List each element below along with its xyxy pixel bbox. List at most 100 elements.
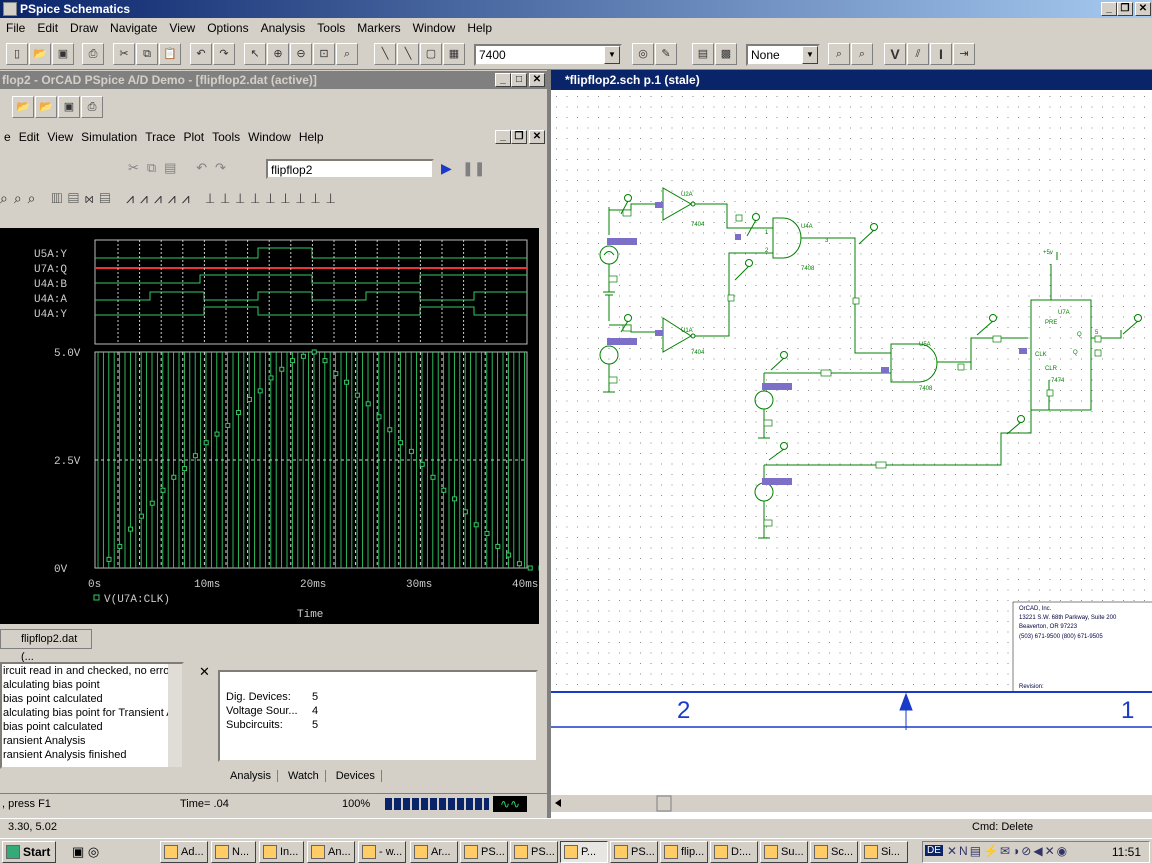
tab-watch[interactable]: Watch [282, 770, 326, 782]
menu-item[interactable]: Tools [311, 21, 351, 35]
new-icon[interactable]: ▯ [6, 43, 28, 65]
copy-icon[interactable]: ⧉ [136, 43, 158, 65]
zoom-area-icon[interactable]: ⊡ [313, 43, 335, 65]
probe-menu-item[interactable]: Trace [141, 130, 179, 144]
tab-flipflop2-dat[interactable]: flipflop2.dat (... [0, 629, 92, 663]
draw-wire-icon[interactable]: ╲ [374, 43, 396, 65]
save-icon[interactable]: ▣ [58, 96, 80, 118]
menu-item[interactable]: Navigate [104, 21, 163, 35]
find-icon[interactable]: ⌕ [828, 43, 850, 65]
restore-button[interactable]: ❐ [1117, 2, 1133, 16]
open-icon[interactable]: 📂 [29, 43, 51, 65]
redo-icon[interactable]: ↷ [213, 43, 235, 65]
chevron-down-icon[interactable]: ▼ [802, 46, 818, 64]
schematic-canvas[interactable]: U2A U1A U4A U5A U7A 7404 7404 7408 7408 … [551, 70, 1152, 818]
get-part-icon[interactable]: ▦ [443, 43, 465, 65]
setup-analysis-icon[interactable]: ◎ [632, 43, 654, 65]
simulation-combo[interactable]: flipflop2 [266, 159, 434, 179]
print-icon[interactable]: ⎙ [81, 96, 103, 118]
draw-bus-icon[interactable]: ╲ [397, 43, 419, 65]
menu-item[interactable]: Edit [31, 21, 64, 35]
menu-item[interactable]: Markers [351, 21, 406, 35]
log-scrollbar[interactable] [168, 664, 182, 767]
probe-menu-item[interactable]: e [0, 130, 15, 144]
menu-item[interactable]: Window [407, 21, 462, 35]
part-combo[interactable]: 7400 ▼ [474, 44, 622, 66]
taskbar-item[interactable]: Si... [860, 841, 908, 863]
probe-title-bar[interactable]: flop2 - OrCAD PSpice A/D Demo - [flipflo… [0, 71, 548, 89]
enable-bias-display-icon[interactable]: ▤ [692, 43, 714, 65]
show-voltage-icon[interactable]: ▩ [715, 43, 737, 65]
probe-menu-item[interactable]: Plot [179, 130, 208, 144]
probe-menu-item[interactable]: Edit [15, 130, 44, 144]
close-button[interactable]: ✕ [1135, 2, 1151, 16]
taskbar-item[interactable]: Sc... [810, 841, 858, 863]
menu-item[interactable]: Options [201, 21, 254, 35]
taskbar-item[interactable]: - w... [358, 841, 406, 863]
restore-button[interactable]: ❐ [511, 130, 527, 144]
menu-item[interactable]: View [163, 21, 201, 35]
cut-icon[interactable]: ✂ [113, 43, 135, 65]
probe-menu-item[interactable]: Tools [208, 130, 244, 144]
taskbar-item[interactable]: Ad... [160, 841, 208, 863]
select-icon[interactable]: ↖ [244, 43, 266, 65]
simulate-icon[interactable]: ✎ [655, 43, 677, 65]
taskbar-item[interactable]: Su... [760, 841, 808, 863]
save-icon[interactable]: ▣ [52, 43, 74, 65]
zoom-in-icon[interactable]: ⊕ [267, 43, 289, 65]
close-icon[interactable]: ✕ [199, 664, 210, 680]
zoom-probe-icon[interactable]: ⌕ [851, 43, 873, 65]
taskbar-item[interactable]: In... [259, 841, 304, 863]
tab-analysis[interactable]: Analysis [224, 770, 278, 782]
open-folder-icon[interactable]: 📂 [35, 96, 57, 118]
minimize-button[interactable]: _ [495, 73, 511, 87]
hscroll-thumb[interactable] [656, 795, 672, 812]
taskbar-item[interactable]: Ar... [410, 841, 458, 863]
probe-toolbar-icons[interactable]: ⌕⌕⌕ ▥▤⋈▤ ⩘⩘⩘⩘⩘ ⟂⟂⟂⟂⟂⟂⟂⟂⟂ [0, 190, 341, 207]
tray-icons[interactable]: ✕N▤⚡✉◑⊘◀✕◉ [947, 844, 1069, 858]
quicklaunch-icons[interactable]: ▣ ◎ [72, 844, 99, 860]
menu-item[interactable]: Help [461, 21, 498, 35]
paste-icon[interactable]: 📋 [159, 43, 181, 65]
taskbar-item[interactable]: flip... [660, 841, 708, 863]
open-icon[interactable]: 📂 [12, 96, 34, 118]
taskbar-item[interactable]: An... [307, 841, 355, 863]
zoom-out-icon[interactable]: ⊖ [290, 43, 312, 65]
maximize-button[interactable]: □ [511, 73, 527, 87]
language-indicator[interactable]: DE [925, 845, 943, 856]
menu-item[interactable]: Draw [64, 21, 104, 35]
minimize-button[interactable]: _ [1101, 2, 1117, 16]
probe-menu-item[interactable]: Window [244, 130, 295, 144]
chevron-down-icon[interactable]: ▼ [604, 46, 620, 64]
taskbar-item[interactable]: P... [560, 841, 608, 863]
plot-svg[interactable]: U5A:Y U7A:Q U4A:B U4A:A U4A:Y 5.0V 2.5V 0V 0s 10m… [0, 228, 544, 624]
voltage-diff-icon[interactable]: ⫽ [907, 43, 929, 65]
draw-block-icon[interactable]: ▢ [420, 43, 442, 65]
start-button[interactable]: Start [2, 841, 56, 863]
probe-plot[interactable]: U5A:Y U7A:Q U4A:B U4A:A U4A:Y 5.0V 2.5V 0V 0s 10m… [0, 228, 544, 624]
run-icon[interactable]: ▶ [441, 160, 452, 177]
voltage-marker-icon[interactable]: V [884, 43, 906, 65]
menu-item[interactable]: File [0, 21, 31, 35]
taskbar-item[interactable]: N... [211, 841, 256, 863]
taskbar-item[interactable]: PS... [610, 841, 658, 863]
print-icon[interactable]: ⎙ [82, 43, 104, 65]
tab-devices[interactable]: Devices [330, 770, 382, 782]
schematic-title-bar[interactable]: *flipflop2.sch p.1 (stale) [551, 70, 1152, 90]
taskbar-item[interactable]: PS... [510, 841, 558, 863]
probe-menu-item[interactable]: View [43, 130, 77, 144]
undo-icon[interactable]: ↶ [190, 43, 212, 65]
minimize-button[interactable]: _ [495, 130, 511, 144]
attr-combo[interactable]: None ▼ [746, 44, 820, 66]
taskbar-item[interactable]: PS... [460, 841, 508, 863]
taskbar-item[interactable]: D:... [710, 841, 758, 863]
menu-item[interactable]: Analysis [255, 21, 312, 35]
probe-menu-item[interactable]: Help [295, 130, 328, 144]
close-button[interactable]: ✕ [529, 130, 545, 144]
close-button[interactable]: ✕ [529, 73, 545, 87]
zoom-fit-icon[interactable]: ⌕ [336, 43, 358, 65]
current-marker-icon[interactable]: I [930, 43, 952, 65]
probe-menu-item[interactable]: Simulation [77, 130, 141, 144]
markers-icon[interactable]: ⇥ [953, 43, 975, 65]
pause-icon[interactable]: ❚❚ [462, 160, 485, 177]
